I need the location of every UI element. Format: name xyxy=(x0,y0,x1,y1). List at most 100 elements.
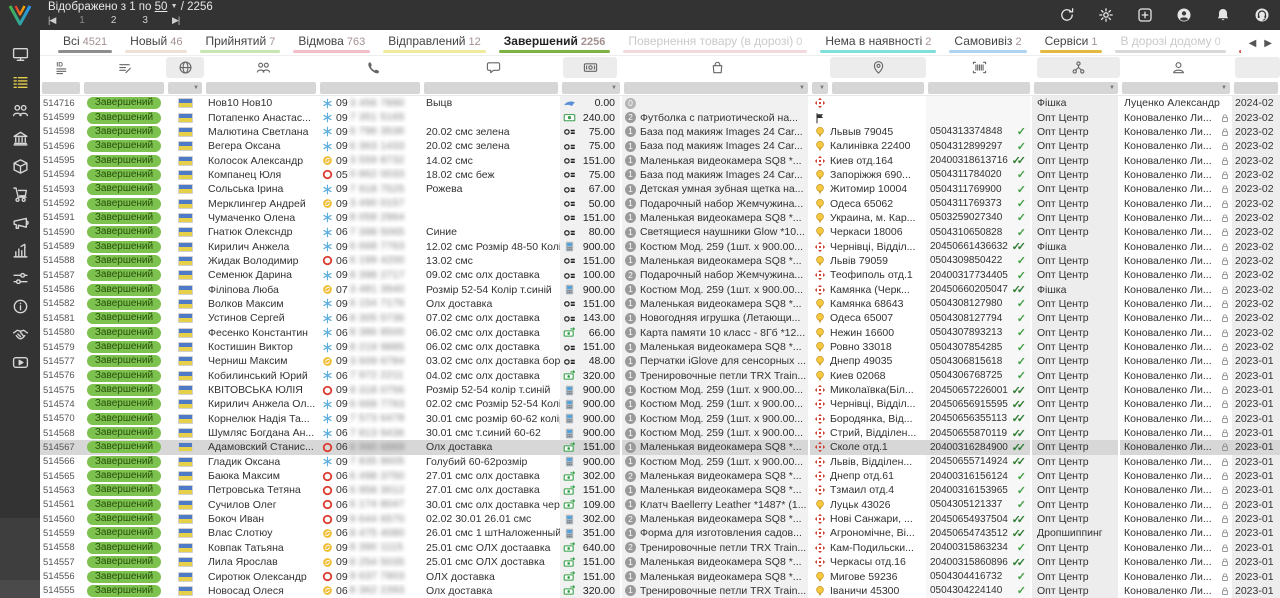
last-page-button[interactable]: ▶| xyxy=(172,15,179,26)
tab-2[interactable]: Прийнятий7 xyxy=(196,30,284,55)
warehouse-icon[interactable] xyxy=(0,180,40,208)
company-icon[interactable] xyxy=(0,124,40,152)
filter-phone[interactable] xyxy=(320,82,420,94)
column-header-status[interactable] xyxy=(82,57,166,78)
table-row[interactable]: 514716ЗавершенийНов10 Нов10093 456 7890В… xyxy=(40,96,1280,110)
filter-price[interactable]: ▼ xyxy=(562,82,620,94)
column-header-comment[interactable] xyxy=(426,57,560,78)
settings-icon[interactable] xyxy=(0,264,40,292)
dashboard-icon[interactable] xyxy=(0,40,40,68)
table-row[interactable]: 514589ЗавершенийКирилич Анжела096 668 77… xyxy=(40,239,1280,253)
column-header-flag[interactable] xyxy=(166,57,204,78)
table-row[interactable]: 514555ЗавершенийНовосад Олеся068 362 239… xyxy=(40,584,1280,598)
table-row[interactable]: 514594ЗавершенийКомпанец Юля050 862 0033… xyxy=(40,168,1280,182)
column-header-tracking[interactable] xyxy=(930,57,1028,78)
table-row[interactable]: 514565ЗавершенийБаюка Максим066 498 3750… xyxy=(40,469,1280,483)
table-row[interactable]: 514596ЗавершенийВегера Оксана096 363 143… xyxy=(40,139,1280,153)
page-1-button[interactable]: 1 xyxy=(79,15,85,26)
table-row[interactable]: 514563ЗавершенийПетровська Тетяна066 958… xyxy=(40,483,1280,497)
support-icon[interactable] xyxy=(1254,7,1270,23)
table-row[interactable]: 514591ЗавершенийЧумаченко Олена098 058 2… xyxy=(40,211,1280,225)
filter-name[interactable] xyxy=(206,82,316,94)
table-row[interactable]: 514561ЗавершенийСучилов Олег066 174 8047… xyxy=(40,498,1280,512)
filter-delivery[interactable]: ▼ xyxy=(812,82,828,94)
tab-3[interactable]: Відмова763 xyxy=(289,30,374,55)
table-row[interactable]: 514587ЗавершенийСеменюк Дарина098 398 27… xyxy=(40,268,1280,282)
filter-flag[interactable]: ▼ xyxy=(168,82,202,94)
column-header-name[interactable] xyxy=(208,57,318,78)
tab-6[interactable]: Повернення товару (в дорозі)0 xyxy=(619,30,811,55)
page-3-button[interactable]: 3 xyxy=(142,15,148,26)
filter-comment[interactable] xyxy=(424,82,558,94)
statistics-icon[interactable] xyxy=(0,236,40,264)
tabs-scroll-right-icon[interactable]: ▶ xyxy=(1264,38,1272,49)
table-row[interactable]: 514588ЗавершенийЖидак Володимир066 199 4… xyxy=(40,254,1280,268)
first-page-button[interactable]: |◀ xyxy=(48,15,55,26)
tab-1[interactable]: Новый46 xyxy=(121,30,191,55)
sidebar-scroll-track[interactable] xyxy=(0,518,40,580)
table-row[interactable]: 514581ЗавершенийУстинов Сергей068 305 57… xyxy=(40,311,1280,325)
table-row[interactable]: 514558ЗавершенийКовпак Татьяна098 390 11… xyxy=(40,541,1280,555)
table-row[interactable]: 514566ЗавершенийГладик Оксана097 835 860… xyxy=(40,455,1280,469)
table-row[interactable]: 514560ЗавершенийБокоч Иван099 644 657002… xyxy=(40,512,1280,526)
table-row[interactable]: 514568ЗавершенийШумляс Богдана Ан...067 … xyxy=(40,426,1280,440)
info-icon[interactable] xyxy=(0,292,40,320)
table-row[interactable]: 514598ЗавершенийМалютина Светлана096 796… xyxy=(40,125,1280,139)
table-row[interactable]: 514559ЗавершенийВлас Слотюу068 475 40802… xyxy=(40,526,1280,540)
partners-icon[interactable] xyxy=(0,320,40,348)
filter-date[interactable] xyxy=(1234,82,1278,94)
table-row[interactable]: 514575ЗавершенийКВІТОВСЬКА ЮЛІЯ099 318 0… xyxy=(40,383,1280,397)
column-header-source[interactable] xyxy=(1037,57,1120,78)
clients-icon[interactable] xyxy=(0,96,40,124)
table-row[interactable]: 514556ЗавершенийСиротюк Олександр099 637… xyxy=(40,569,1280,583)
tabs-scroll-left-icon[interactable]: ◀ xyxy=(1249,38,1257,49)
bell-icon[interactable] xyxy=(1215,7,1231,23)
column-header-price[interactable] xyxy=(563,57,617,78)
orders-icon[interactable] xyxy=(0,68,40,96)
filter-source[interactable]: ▼ xyxy=(1034,82,1118,94)
tab-9[interactable]: Сервіси1 xyxy=(1036,30,1107,55)
column-header-id[interactable]: ID xyxy=(43,57,82,78)
column-header-manager[interactable] xyxy=(1124,57,1232,78)
column-header-date[interactable] xyxy=(1235,57,1280,78)
tab-5[interactable]: Завершений2256 xyxy=(495,30,615,55)
tab-8[interactable]: Самовивіз2 xyxy=(945,30,1030,55)
sidebar-scroll-thumb[interactable] xyxy=(0,580,40,598)
table-row[interactable]: 514576ЗавершенийКобилинський Юрий067 972… xyxy=(40,369,1280,383)
table-row[interactable]: 514577ЗавершенийЧерниш Максим093 609 678… xyxy=(40,354,1280,368)
table-row[interactable]: 514586ЗавершенийФіліпова Люба073 481 394… xyxy=(40,282,1280,296)
table-row[interactable]: 514567ЗавершенийАдамовский Станис...066 … xyxy=(40,440,1280,454)
gear-icon[interactable] xyxy=(1098,7,1114,23)
page-2-button[interactable]: 2 xyxy=(111,15,117,26)
marketing-icon[interactable] xyxy=(0,208,40,236)
tab-4[interactable]: Відправлений12 xyxy=(379,30,490,55)
filter-manager[interactable]: ▼ xyxy=(1122,82,1230,94)
table-row[interactable]: 514574ЗавершенийКирилич Анжела Ол...096 … xyxy=(40,397,1280,411)
table-row[interactable]: 514590ЗавершенийГнатюк Олексндр067 398 5… xyxy=(40,225,1280,239)
products-icon[interactable] xyxy=(0,152,40,180)
table-row[interactable]: 514593ЗавершенийСольська Ірина097 918 75… xyxy=(40,182,1280,196)
column-header-product[interactable] xyxy=(625,57,810,78)
app-logo[interactable] xyxy=(0,0,40,30)
tutorials-icon[interactable] xyxy=(0,348,40,376)
refresh-icon[interactable] xyxy=(1059,7,1075,23)
filter-product[interactable]: ▼ xyxy=(624,82,808,94)
table-row[interactable]: 514557ЗавершенийЛила Ярослав098 254 5035… xyxy=(40,555,1280,569)
filter-tracking[interactable] xyxy=(928,82,1030,94)
per-page-select[interactable]: 50 xyxy=(155,1,168,13)
tab-7[interactable]: Нема в наявності2 xyxy=(816,30,940,55)
table-row[interactable]: 514595ЗавершенийКолосок Александр093 559… xyxy=(40,153,1280,167)
tab-10[interactable]: В дорозі додому0 xyxy=(1111,30,1229,55)
per-page-caret-icon[interactable]: ▼ xyxy=(171,3,178,10)
column-header-location[interactable] xyxy=(830,57,926,78)
column-header-phone[interactable] xyxy=(322,57,422,78)
table-row[interactable]: 514599ЗавершенийПотапенко Анастас...097 … xyxy=(40,110,1280,124)
tab-0[interactable]: Всі4521 xyxy=(54,30,116,55)
column-header-delivery[interactable] xyxy=(810,57,830,78)
filter-location[interactable] xyxy=(832,82,924,94)
add-order-icon[interactable] xyxy=(1137,7,1153,23)
avatar-icon[interactable] xyxy=(1176,7,1192,23)
table-row[interactable]: 514580ЗавершенийФесенко Константин068 38… xyxy=(40,326,1280,340)
table-row[interactable]: 514570ЗавершенийКорнелюк Надія Та...097 … xyxy=(40,412,1280,426)
filter-id[interactable] xyxy=(42,82,80,94)
